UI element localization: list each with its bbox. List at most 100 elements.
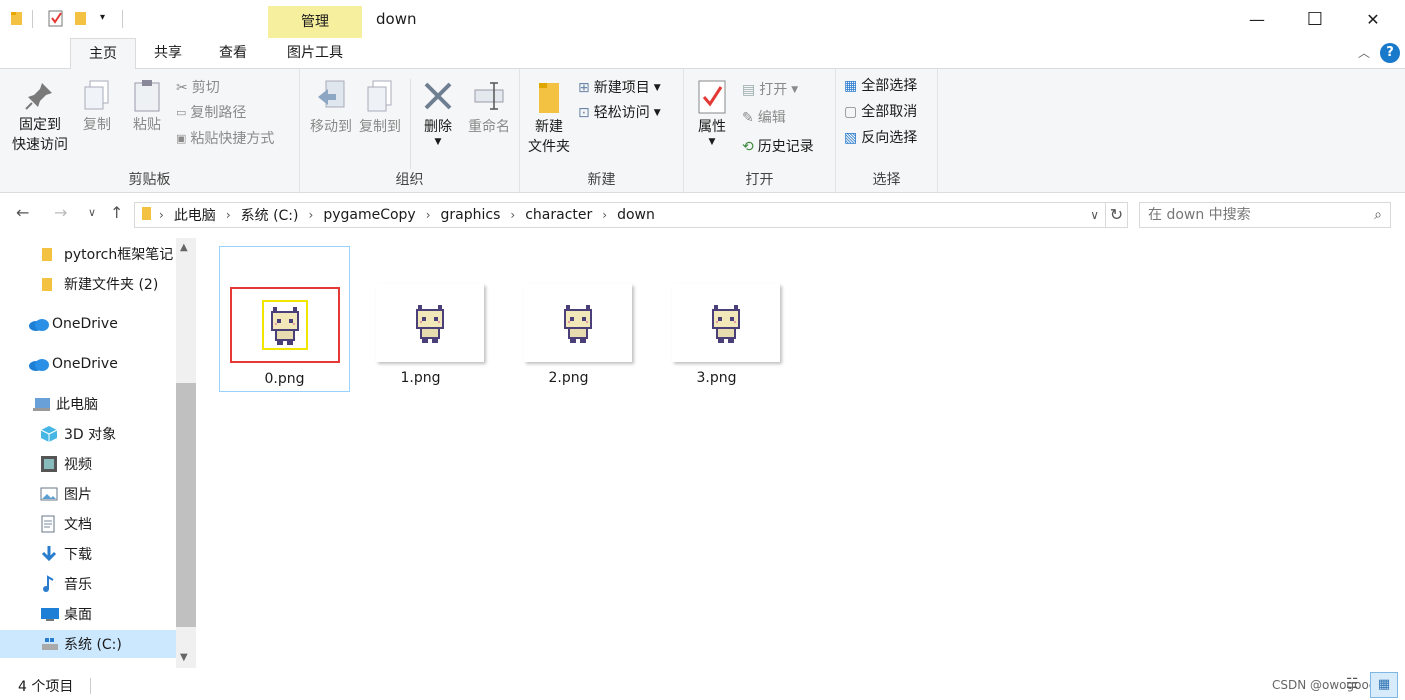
nav-item[interactable]: pytorch框架笔记 — [0, 240, 176, 268]
nav-item[interactable]: 音乐 — [0, 570, 176, 598]
nav-item[interactable]: 桌面 — [0, 600, 176, 628]
nav-item[interactable]: 系统 (C:) — [0, 630, 176, 658]
sprite-highlight-box — [262, 300, 308, 350]
nav-item[interactable]: 3D 对象 — [0, 420, 176, 448]
nav-item[interactable]: 下载 — [0, 540, 176, 568]
history-icon: ⟲ — [742, 139, 754, 155]
breadcrumb-separator-icon[interactable]: › — [426, 208, 431, 222]
new-folder-button[interactable]: 新建 文件夹 — [524, 79, 574, 157]
invert-selection-icon: ▧ — [844, 130, 858, 146]
divider — [122, 10, 123, 28]
forward-arrow-icon[interactable]: → — [54, 203, 67, 222]
window-title: down — [376, 10, 417, 28]
breadcrumb-separator-icon[interactable]: › — [602, 208, 607, 222]
easy-access-button[interactable]: ⊡ 轻松访问 ▼ — [578, 102, 661, 124]
group-organize: 移动到 复制到 删除 ▼ 重命名 组织 — [300, 69, 520, 193]
nav-item-label: 系统 (C:) — [64, 637, 122, 653]
nav-item[interactable]: 新建文件夹 (2) — [0, 270, 176, 298]
copy-path-button[interactable]: ▭ 复制路径 — [176, 102, 246, 124]
properties-dropdown-icon[interactable]: ▼ — [690, 137, 734, 147]
breadcrumb-item[interactable]: character — [525, 207, 592, 223]
breadcrumb-separator-icon[interactable]: › — [309, 208, 314, 222]
open-button[interactable]: ▤ 打开 ▼ — [742, 79, 798, 101]
group-clipboard: 固定到 快速访问 复制 粘贴 ✂ 剪切 ▭ 复制路径 ▣ 粘贴快捷方式 剪贴板 — [0, 69, 300, 193]
select-all-button[interactable]: ▦ 全部选择 — [844, 75, 917, 97]
back-arrow-icon[interactable]: ← — [16, 203, 29, 222]
nav-scrollbar-thumb[interactable] — [176, 383, 196, 627]
select-none-button[interactable]: ▢ 全部取消 — [844, 101, 917, 123]
collapse-ribbon-icon[interactable]: ︿ — [1358, 44, 1370, 61]
invert-selection-button[interactable]: ▧ 反向选择 — [844, 127, 917, 149]
properties-button[interactable]: 属性 ▼ — [690, 79, 734, 147]
history-button[interactable]: ⟲ 历史记录 — [742, 136, 814, 158]
file-item[interactable]: 2.png — [503, 246, 634, 392]
cut-button[interactable]: ✂ 剪切 — [176, 77, 220, 99]
tab-manage-context[interactable]: 管理 — [268, 6, 362, 38]
tab-picture-tools[interactable]: 图片工具 — [268, 38, 362, 69]
desktop-icon — [40, 606, 64, 622]
pin-quick-access-button[interactable]: 固定到 快速访问 — [6, 79, 74, 155]
nav-item[interactable]: OneDrive — [0, 310, 176, 338]
customize-quick-access-icon[interactable]: ▾ — [100, 12, 105, 30]
rename-icon — [472, 79, 506, 113]
edit-button[interactable]: ✎ 编辑 — [742, 107, 786, 129]
nav-item[interactable]: 文档 — [0, 510, 176, 538]
nav-item[interactable]: 此电脑 — [0, 390, 176, 418]
copy-icon — [81, 79, 113, 111]
scroll-down-icon[interactable]: ▼ — [180, 652, 188, 663]
delete-dropdown-icon[interactable]: ▼ — [416, 137, 460, 147]
breadcrumb-item[interactable]: pygameCopy — [323, 207, 415, 223]
minimize-button[interactable]: — — [1228, 0, 1286, 38]
new-item-button[interactable]: ⊞ 新建项目 ▼ — [578, 77, 661, 99]
file-item[interactable]: 1.png — [355, 246, 486, 392]
tab-home[interactable]: 主页 — [70, 38, 136, 69]
maximize-button[interactable]: ☐ — [1286, 0, 1344, 38]
recent-dropdown-icon[interactable]: ∨ — [88, 206, 96, 219]
nav-item[interactable]: OneDrive — [0, 350, 176, 378]
search-placeholder: 在 down 中搜索 — [1148, 207, 1251, 223]
scroll-up-icon[interactable]: ▲ — [180, 242, 188, 253]
breadcrumb-separator-icon[interactable]: › — [510, 208, 515, 222]
properties-quick-icon[interactable] — [48, 10, 64, 28]
details-view-icon[interactable]: ☷ — [1346, 676, 1359, 692]
breadcrumb-item[interactable]: down — [617, 207, 655, 223]
search-input[interactable]: 在 down 中搜索 ⌕ — [1139, 202, 1391, 228]
breadcrumb-item[interactable]: 此电脑 — [174, 205, 216, 225]
close-button[interactable]: ✕ — [1344, 0, 1402, 38]
history-label: 历史记录 — [757, 139, 814, 155]
easy-access-icon: ⊡ — [578, 105, 590, 121]
move-to-button[interactable]: 移动到 — [304, 79, 358, 137]
nav-item[interactable]: 视频 — [0, 450, 176, 478]
rename-button[interactable]: 重命名 — [462, 79, 516, 137]
file-name: 1.png — [400, 370, 441, 386]
tab-share[interactable]: 共享 — [140, 38, 196, 69]
tab-view[interactable]: 查看 — [204, 38, 262, 69]
nav-item-label: 新建文件夹 (2) — [64, 277, 159, 293]
breadcrumb-separator-icon[interactable]: › — [226, 208, 231, 222]
paste-shortcut-button[interactable]: ▣ 粘贴快捷方式 — [176, 128, 274, 150]
nav-item[interactable]: 图片 — [0, 480, 176, 508]
up-arrow-icon[interactable]: ↑ — [110, 203, 123, 222]
delete-x-icon — [421, 79, 455, 113]
help-icon[interactable]: ? — [1380, 43, 1400, 63]
item-count: 4 个项目 — [18, 679, 74, 695]
file-item[interactable]: 3.png — [651, 246, 782, 392]
address-dropdown-icon[interactable]: ∨ — [1090, 208, 1099, 222]
copy-to-button[interactable]: 复制到 — [356, 79, 404, 137]
copy-button[interactable]: 复制 — [76, 79, 118, 135]
group-label-new: 新建 — [587, 172, 616, 188]
download-icon — [40, 545, 64, 563]
breadcrumb-item[interactable]: graphics — [441, 207, 501, 223]
group-new: 新建 文件夹 ⊞ 新建项目 ▼ ⊡ 轻松访问 ▼ 新建 — [520, 69, 684, 193]
new-folder-quick-icon[interactable] — [74, 10, 88, 28]
pin-label-1: 固定到 — [19, 117, 61, 133]
breadcrumb-separator-icon[interactable]: › — [159, 208, 164, 222]
nav-item-label: 文档 — [64, 517, 92, 533]
refresh-icon[interactable]: ↻ — [1106, 202, 1128, 228]
address-bar[interactable]: › 此电脑 › 系统 (C:) › pygameCopy › graphics › charact… — [134, 202, 1106, 228]
paste-button[interactable]: 粘贴 — [124, 79, 170, 135]
delete-button[interactable]: 删除 ▼ — [416, 79, 460, 147]
breadcrumb-item[interactable]: 系统 (C:) — [241, 205, 299, 225]
file-item[interactable]: 0.png — [219, 246, 350, 392]
large-icons-view-icon[interactable]: ▦ — [1370, 672, 1398, 698]
